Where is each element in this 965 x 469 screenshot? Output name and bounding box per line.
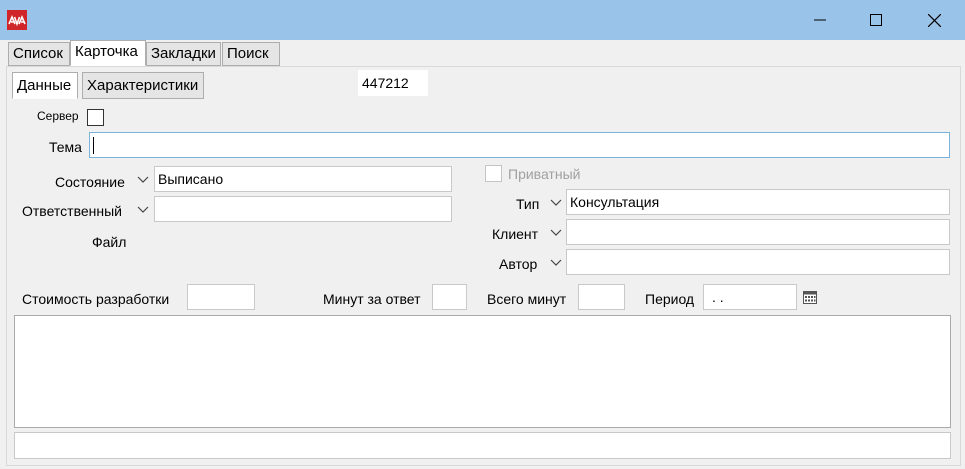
minutes-per-answer-input[interactable]: [432, 284, 467, 310]
calendar-icon[interactable]: [803, 290, 817, 307]
private-label: Приватный: [508, 166, 581, 182]
title-bar: [0, 0, 965, 40]
server-label: Сервер: [37, 109, 79, 123]
topic-input[interactable]: [89, 132, 950, 158]
type-field[interactable]: Консультация: [566, 189, 950, 215]
author-dropdown-button[interactable]: [547, 249, 565, 275]
topic-label: Тема: [49, 139, 82, 155]
notes-textarea[interactable]: [14, 315, 951, 428]
type-dropdown-button[interactable]: [547, 189, 565, 215]
tab-search[interactable]: Поиск: [222, 42, 280, 66]
tab-characteristics[interactable]: Характеристики: [82, 72, 204, 99]
responsible-label: Ответственный: [22, 203, 122, 219]
cost-input[interactable]: [187, 284, 255, 310]
period-input[interactable]: . .: [703, 284, 797, 310]
chevron-down-icon: [550, 259, 562, 266]
close-button[interactable]: [911, 0, 957, 40]
text-caret: [93, 137, 94, 154]
cost-label: Стоимость разработки: [22, 291, 170, 307]
minimize-icon: [814, 19, 826, 21]
minutes-per-answer-label: Минут за ответ: [323, 291, 421, 307]
responsible-dropdown-button[interactable]: [134, 196, 152, 222]
total-minutes-input[interactable]: [578, 284, 625, 310]
client-dropdown-button[interactable]: [547, 219, 565, 245]
state-dropdown-button[interactable]: [134, 166, 152, 192]
chevron-down-icon: [137, 176, 149, 183]
total-minutes-label: Всего минут: [487, 291, 567, 307]
author-field[interactable]: [566, 249, 950, 275]
state-label: Состояние: [55, 174, 125, 190]
tab-bookmarks[interactable]: Закладки: [146, 42, 221, 66]
type-label: Тип: [516, 196, 540, 212]
ava-logo-icon[interactable]: [7, 10, 27, 30]
period-label: Период: [645, 291, 695, 307]
maximize-icon: [870, 14, 882, 26]
private-checkbox[interactable]: [485, 165, 502, 182]
client-label: Клиент: [492, 226, 539, 242]
server-checkbox[interactable]: [87, 109, 104, 126]
author-label: Автор: [499, 256, 538, 272]
responsible-field[interactable]: [154, 196, 452, 222]
record-id: 447212: [358, 70, 428, 96]
file-label: Файл: [92, 234, 127, 250]
close-icon: [927, 13, 941, 27]
tab-data[interactable]: Данные: [12, 72, 78, 99]
bottom-input[interactable]: [14, 432, 951, 459]
state-field[interactable]: Выписано: [154, 166, 452, 192]
chevron-down-icon: [550, 229, 562, 236]
tab-list[interactable]: Список: [8, 42, 70, 66]
minimize-button[interactable]: [797, 0, 843, 40]
tab-card[interactable]: Карточка: [70, 40, 146, 66]
chevron-down-icon: [137, 206, 149, 213]
maximize-button[interactable]: [853, 0, 899, 40]
chevron-down-icon: [550, 199, 562, 206]
client-field[interactable]: [566, 219, 950, 245]
